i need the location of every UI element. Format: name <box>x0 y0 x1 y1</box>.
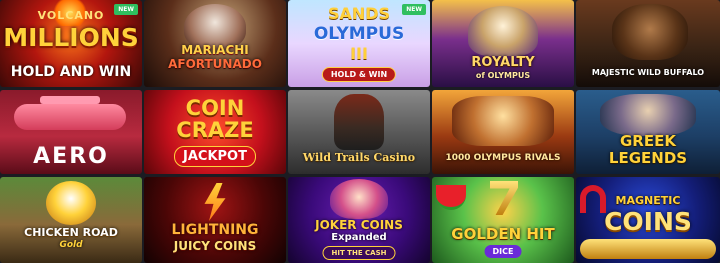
game-title-line2: LEGENDS <box>608 149 688 167</box>
game-title-line3: HOLD AND WIN <box>10 64 132 80</box>
zeus-character-art <box>468 6 538 56</box>
gods-characters-art <box>452 96 554 146</box>
game-tile-coin-craze[interactable]: COIN CRAZE JACKPOT <box>144 90 286 174</box>
game-title-line2: AFORTUNADO <box>168 57 262 71</box>
watermelon-icon <box>436 185 466 210</box>
cowboy-character-art <box>334 94 384 150</box>
buffalo-art <box>612 4 688 60</box>
joker-character-art <box>330 179 388 219</box>
game-title-line2: of OLYMPUS <box>475 71 531 80</box>
game-title-line2: CRAZE <box>176 118 254 142</box>
game-grid: NEW VOLCANO MILLIONS HOLD AND WIN MARIAC… <box>0 0 720 263</box>
game-title-line1: 1000 OLYMPUS RIVALS <box>445 153 561 163</box>
game-title-line1: SANDS <box>327 4 391 23</box>
game-title-line1: AERO <box>33 144 109 169</box>
game-tile-mariachi-afortunado[interactable]: MARIACHI AFORTUNADO <box>144 0 286 87</box>
game-tile-1000-olympus-rivals[interactable]: 1000 OLYMPUS RIVALS <box>432 90 574 174</box>
game-tile-wild-trails-casino[interactable]: Wild Trails Casino <box>288 90 430 174</box>
game-title-line1: ROYALTY <box>471 55 535 70</box>
game-title-line3: III <box>350 44 368 63</box>
game-title-line2: JUICY COINS <box>173 239 257 253</box>
game-tile-sands-of-olympus[interactable]: NEW SANDS OLYMPUS III HOLD & WIN <box>288 0 430 87</box>
game-tile-magnetic-coins[interactable]: MAGNETIC COINS <box>576 177 720 263</box>
game-title-line2: Expanded <box>331 232 387 243</box>
coins-pile-art <box>580 239 716 259</box>
seven-symbol-icon <box>490 181 518 215</box>
chicken-character-art <box>46 181 96 225</box>
game-title-line3: JACKPOT <box>174 146 256 167</box>
game-tile-royalty-of-olympus[interactable]: ROYALTY of OLYMPUS <box>432 0 574 87</box>
game-title-line2: OLYMPUS <box>313 24 405 44</box>
game-tile-majestic-wild-buffalo[interactable]: MAJESTIC WILD BUFFALO <box>576 0 720 87</box>
game-title-line1: MAGNETIC <box>615 194 681 207</box>
airplane-wing-art <box>40 96 100 104</box>
game-tile-chicken-road-gold[interactable]: CHICKEN ROAD Gold <box>0 177 142 263</box>
game-tile-greek-legends[interactable]: GREEK LEGENDS <box>576 90 720 174</box>
game-title-line1: Wild Trails Casino <box>302 151 416 164</box>
greek-heroes-art <box>600 94 696 136</box>
game-title-line1: JOKER COINS <box>315 218 403 232</box>
game-title-line2: MILLIONS <box>3 23 139 52</box>
game-title-line2: Gold <box>59 240 83 250</box>
game-title-line2: COINS <box>604 207 692 236</box>
game-title-line4: HOLD & WIN <box>321 67 397 82</box>
game-tile-golden-hit-dice[interactable]: GOLDEN HIT DICE <box>432 177 574 263</box>
lightning-bolt-icon <box>204 183 226 221</box>
game-title-line1: CHICKEN ROAD <box>24 226 118 239</box>
game-title-line1: LIGHTNING <box>171 222 259 238</box>
game-title-line1: GOLDEN HIT <box>451 225 555 243</box>
game-title-line1: MARIACHI <box>181 43 249 57</box>
game-title-line1: MAJESTIC WILD BUFFALO <box>591 68 705 77</box>
game-tile-volcano-millions[interactable]: NEW VOLCANO MILLIONS HOLD AND WIN <box>0 0 142 87</box>
game-title-line2: DICE <box>484 245 522 258</box>
game-tile-joker-coins-expanded[interactable]: JOKER COINS Expanded HIT THE CASH <box>288 177 430 263</box>
game-title-line1: VOLCANO <box>37 9 105 22</box>
game-title-line1: GREEK <box>620 132 676 150</box>
game-title-line1: COIN <box>185 96 245 120</box>
game-tile-aero[interactable]: AERO <box>0 90 142 174</box>
airplane-art <box>14 104 126 130</box>
game-tile-lightning-juicy-coins[interactable]: LIGHTNING JUICY COINS <box>144 177 286 263</box>
game-title-line3: HIT THE CASH <box>322 246 396 260</box>
